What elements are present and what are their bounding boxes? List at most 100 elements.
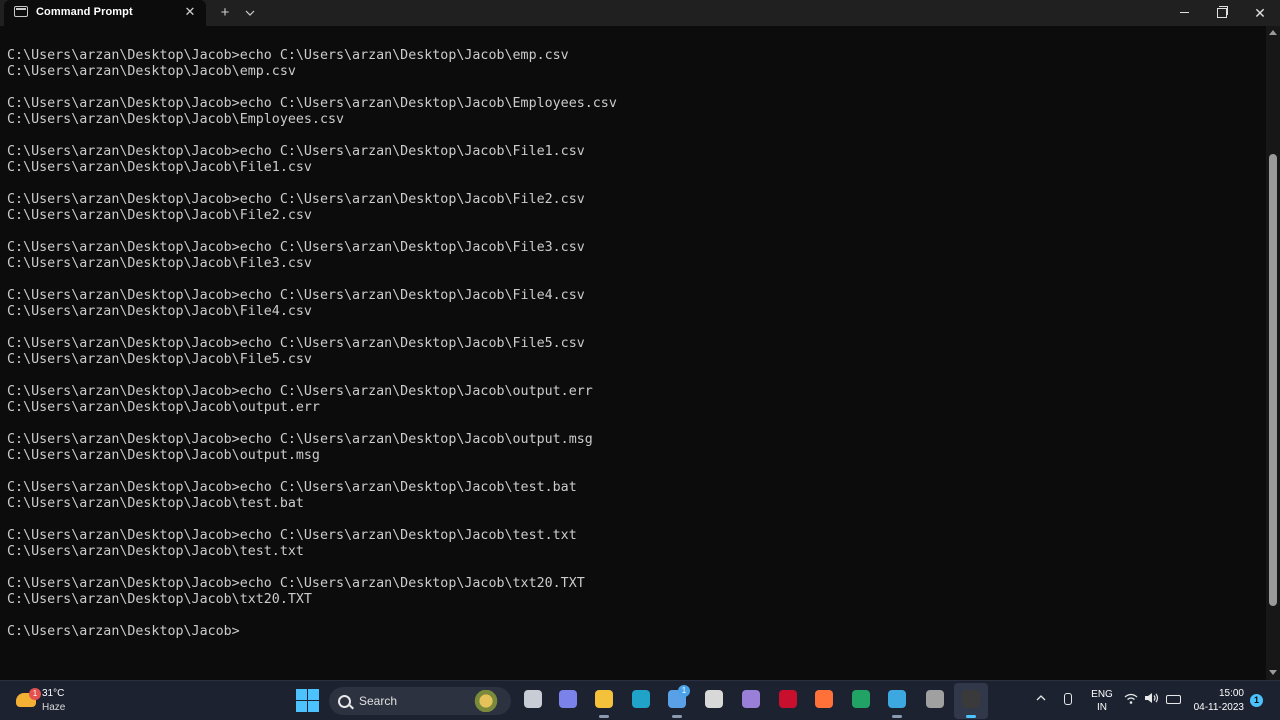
vertical-scrollbar[interactable] [1266, 26, 1280, 680]
clock-time[interactable]: 15:00 [1200, 688, 1244, 699]
chevron-up-icon [1036, 695, 1046, 701]
task-view-icon [524, 690, 542, 708]
start-button[interactable] [296, 689, 320, 713]
terminal-line: C:\Users\arzan\Desktop\Jacob\test.txt [7, 544, 304, 559]
taskbar-app-chrome[interactable] [924, 689, 946, 711]
chevron-down-icon [245, 10, 255, 16]
weather-widget[interactable]: 1 31°C Haze [14, 685, 94, 717]
clock-date[interactable]: 04-11-2023 [1186, 702, 1244, 713]
title-bar: Command Prompt ✕ + ✕ [0, 0, 1280, 26]
microphone-icon[interactable] [1064, 693, 1072, 705]
restore-icon-front [1217, 8, 1227, 18]
taskbar-app-visual-studio[interactable] [740, 689, 762, 711]
taskbar-app-terminal[interactable] [960, 689, 982, 718]
taskbar-app-edge[interactable] [630, 689, 652, 711]
search-icon [338, 695, 351, 708]
input-language-indicator[interactable]: ENG IN [1088, 688, 1116, 714]
windows-logo-pane [308, 689, 319, 700]
file-explorer-icon [595, 690, 613, 708]
excel-icon [852, 690, 870, 708]
close-window-button[interactable]: ✕ [1241, 0, 1279, 26]
taskbar-app-task-view[interactable] [522, 689, 544, 711]
taskbar-app-unity[interactable] [703, 689, 725, 711]
wifi-icon[interactable] [1124, 693, 1138, 708]
terminal-line: C:\Users\arzan\Desktop\Jacob>echo C:\Use… [7, 384, 593, 399]
terminal-line: C:\Users\arzan\Desktop\Jacob>echo C:\Use… [7, 432, 593, 447]
notification-badge[interactable]: 1 [1250, 694, 1263, 707]
language-secondary: IN [1097, 702, 1107, 713]
chrome-icon [926, 690, 944, 708]
terminal-line: C:\Users\arzan\Desktop\Jacob>echo C:\Use… [7, 240, 585, 255]
taskbar-app-firefox[interactable] [813, 689, 835, 711]
tab-dropdown-button[interactable] [242, 4, 258, 22]
search-label: Search [359, 694, 398, 708]
terminal-line: C:\Users\arzan\Desktop\Jacob>echo C:\Use… [7, 48, 569, 63]
taskbar: 1 31°C Haze Search 1 ENG IN 15:00 04-11-… [0, 680, 1280, 720]
new-tab-button[interactable]: + [216, 4, 234, 22]
terminal-line: C:\Users\arzan\Desktop\Jacob> [7, 624, 240, 639]
terminal-text: C:\Users\arzan\Desktop\Jacob>echo C:\Use… [7, 48, 617, 640]
windows-logo-icon [296, 689, 307, 700]
notepad-icon [888, 690, 906, 708]
terminal-line: C:\Users\arzan\Desktop\Jacob>echo C:\Use… [7, 288, 585, 303]
weather-badge: 1 [29, 688, 41, 700]
tab-close-button[interactable]: ✕ [182, 4, 198, 20]
terminal-line: C:\Users\arzan\Desktop\Jacob\emp.csv [7, 64, 296, 79]
restore-button[interactable] [1203, 0, 1241, 26]
terminal-line: C:\Users\arzan\Desktop\Jacob>echo C:\Use… [7, 528, 577, 543]
speaker-glyph [1145, 693, 1159, 703]
taskbar-search[interactable]: Search [329, 687, 511, 715]
windows-logo-pane [296, 701, 307, 712]
taskbar-app-notepad[interactable] [886, 689, 908, 718]
battery-icon[interactable] [1166, 695, 1181, 704]
show-hidden-icons-button[interactable] [1036, 694, 1046, 705]
minimize-button[interactable] [1165, 0, 1203, 26]
visual-studio-icon [742, 690, 760, 708]
terminal-tab-icon [14, 6, 28, 17]
scroll-up-arrow-icon[interactable] [1269, 30, 1277, 35]
taskbar-app-mcafee[interactable] [777, 689, 799, 711]
scrollbar-thumb[interactable] [1269, 154, 1277, 606]
running-indicator [892, 715, 902, 718]
terminal-output-area[interactable]: C:\Users\arzan\Desktop\Jacob>echo C:\Use… [0, 26, 1266, 680]
weather-description: Haze [42, 702, 66, 713]
app-badge: 1 [678, 685, 690, 697]
terminal-line: C:\Users\arzan\Desktop\Jacob>echo C:\Use… [7, 576, 585, 591]
terminal-line: C:\Users\arzan\Desktop\Jacob\File3.csv [7, 256, 312, 271]
running-indicator [599, 715, 609, 718]
terminal-line: C:\Users\arzan\Desktop\Jacob\File4.csv [7, 304, 312, 319]
tab-command-prompt[interactable]: Command Prompt ✕ [4, 0, 206, 26]
running-indicator [966, 715, 976, 718]
teams-chat-icon [559, 690, 577, 708]
terminal-line: C:\Users\arzan\Desktop\Jacob\File1.csv [7, 160, 312, 175]
unity-icon [705, 690, 723, 708]
tab-title: Command Prompt [36, 6, 133, 18]
terminal-line: C:\Users\arzan\Desktop\Jacob>echo C:\Use… [7, 144, 585, 159]
running-indicator [672, 715, 682, 718]
terminal-line: C:\Users\arzan\Desktop\Jacob>echo C:\Use… [7, 192, 585, 207]
language-primary: ENG [1091, 689, 1113, 700]
edge-icon [632, 690, 650, 708]
minimize-icon [1180, 12, 1189, 13]
weather-temperature: 31°C [42, 688, 65, 699]
taskbar-app-excel[interactable] [850, 689, 872, 711]
volume-icon[interactable] [1144, 692, 1160, 707]
terminal-line: C:\Users\arzan\Desktop\Jacob\output.err [7, 400, 320, 415]
taskbar-app-file-explorer[interactable] [593, 689, 615, 718]
terminal-line: C:\Users\arzan\Desktop\Jacob\Employees.c… [7, 112, 345, 127]
scroll-down-arrow-icon[interactable] [1269, 670, 1277, 675]
search-highlight-icon [471, 690, 501, 712]
taskbar-app-microsoft-store[interactable]: 1 [666, 685, 690, 718]
taskbar-app-teams-chat[interactable] [557, 689, 579, 711]
